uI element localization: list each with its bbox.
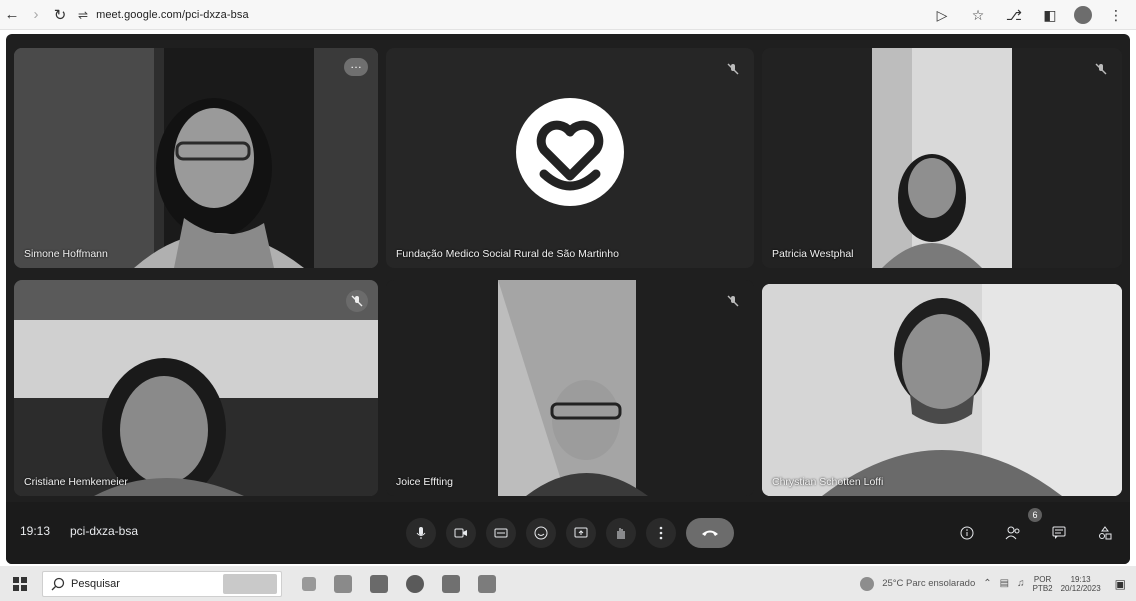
taskbar-clock[interactable]: 19:13 20/12/2023: [1061, 575, 1101, 593]
search-placeholder: Pesquisar: [71, 577, 120, 590]
captions-icon: [494, 528, 508, 538]
reload-icon[interactable]: ↻: [48, 3, 72, 27]
taskbar-apps: [302, 574, 496, 593]
participant-video: [386, 280, 754, 496]
forward-arrow-icon[interactable]: ›: [24, 3, 48, 27]
menu-kebab-icon[interactable]: ⋮: [1104, 3, 1128, 27]
mic-off-icon: [722, 58, 744, 80]
taskbar-search-box[interactable]: Pesquisar: [42, 570, 282, 597]
microphone-button[interactable]: [406, 518, 436, 548]
participant-tile-cristiane[interactable]: Cristiane Hemkemeier: [14, 280, 378, 496]
activities-button[interactable]: [1090, 518, 1120, 548]
meeting-details-button[interactable]: [952, 518, 982, 548]
info-icon: [960, 526, 974, 540]
file-explorer-icon[interactable]: [334, 574, 352, 593]
system-tray: 25°C Parc ensolarado ⌃ ▤ ♫ POR PTB2 19:1…: [860, 566, 1126, 601]
windows-taskbar: Pesquisar 25°C Parc ensolarado ⌃ ▤ ♫ POR…: [0, 566, 1136, 601]
participant-name: Joice Effting: [396, 476, 454, 488]
search-highlight-image: [223, 573, 277, 594]
word-icon[interactable]: [478, 574, 496, 593]
emoji-reactions-button[interactable]: [526, 518, 556, 548]
participant-tile-joice[interactable]: Joice Effting: [386, 280, 754, 496]
profile-avatar[interactable]: [1074, 6, 1092, 24]
browser-toolbar: ← › ↻ ⇌ meet.google.com/pci-dxza-bsa ▷ ☆…: [0, 0, 1136, 30]
people-button[interactable]: [998, 518, 1028, 548]
mic-off-icon: [346, 290, 368, 312]
participant-name: Simone Hoffmann: [24, 248, 108, 260]
mic-off-icon: [722, 290, 744, 312]
side-panel-icon[interactable]: ◧: [1038, 3, 1062, 27]
present-icon: [574, 527, 588, 538]
participant-video: [762, 284, 1122, 496]
windows-start-icon[interactable]: [8, 572, 32, 596]
hang-up-icon: [702, 530, 718, 536]
participant-name: Cristiane Hemkemeier: [24, 476, 128, 488]
participant-tile-fundacao[interactable]: Fundação Medico Social Rural de São Mart…: [386, 48, 754, 268]
meeting-code: pci-dxza-bsa: [70, 524, 139, 538]
participant-video: [762, 48, 1122, 268]
back-arrow-icon[interactable]: ←: [0, 3, 24, 27]
meeting-controls-bar: 19:13 pci-dxza-bsa 6: [6, 502, 1130, 564]
people-icon: [1005, 526, 1020, 540]
network-icon[interactable]: ▤: [1000, 578, 1009, 589]
volume-icon[interactable]: ♫: [1017, 578, 1025, 589]
participant-tile-patricia[interactable]: Patricia Westphal: [762, 48, 1122, 268]
raise-hand-button[interactable]: [606, 518, 636, 548]
participant-video: [14, 280, 378, 496]
kebab-icon: [659, 526, 663, 540]
more-options-button[interactable]: [646, 518, 676, 548]
chrome-icon[interactable]: [406, 574, 424, 593]
cast-icon[interactable]: ▷: [930, 3, 954, 27]
participant-name: Chrystian Schotten Loffi: [772, 476, 884, 488]
participant-tile-simone[interactable]: … Simone Hoffmann: [14, 48, 378, 268]
clock-time: 19:13: [1070, 574, 1091, 584]
call-controls: [406, 518, 734, 548]
participant-video: [14, 48, 378, 268]
smiley-icon: [534, 526, 548, 540]
acrobat-icon[interactable]: [370, 574, 388, 593]
camera-icon: [454, 528, 467, 538]
tray-chevron-icon[interactable]: ⌃: [983, 578, 991, 589]
mic-off-icon: [1090, 58, 1112, 80]
clock-date: 20/12/2023: [1060, 583, 1101, 593]
meeting-time: 19:13: [20, 524, 51, 538]
language-indicator[interactable]: POR PTB2: [1033, 575, 1053, 593]
task-view-icon[interactable]: [302, 576, 316, 591]
hand-icon: [617, 528, 625, 539]
weather-text[interactable]: 25°C Parc ensolarado: [882, 578, 975, 589]
shapes-icon: [1099, 526, 1112, 540]
chat-button[interactable]: [1044, 518, 1074, 548]
more-options-button[interactable]: …: [344, 58, 368, 76]
side-controls: [952, 518, 1120, 548]
present-screen-button[interactable]: [566, 518, 596, 548]
address-bar-url[interactable]: meet.google.com/pci-dxza-bsa: [96, 9, 249, 21]
meet-stage: … Simone Hoffmann Fundação Medico Social…: [6, 34, 1130, 564]
organization-logo: [516, 98, 624, 206]
language-code: POR: [1033, 574, 1052, 584]
end-call-button[interactable]: [686, 518, 734, 548]
site-settings-icon[interactable]: ⇌: [78, 8, 88, 22]
captions-button[interactable]: [486, 518, 516, 548]
microphone-icon: [416, 527, 426, 539]
keyboard-layout: PTB2: [1032, 583, 1053, 593]
extensions-puzzle-icon[interactable]: ⎇: [1002, 3, 1026, 27]
participant-name: Fundação Medico Social Rural de São Mart…: [396, 248, 619, 260]
search-icon: [51, 577, 65, 590]
weather-icon[interactable]: [860, 576, 875, 591]
chat-icon: [1052, 526, 1066, 539]
participant-name: Patricia Westphal: [772, 248, 854, 260]
excel-icon[interactable]: [442, 574, 460, 593]
camera-button[interactable]: [446, 518, 476, 548]
notifications-icon[interactable]: ▣: [1115, 577, 1126, 591]
participant-tile-chrystian[interactable]: Chrystian Schotten Loffi: [762, 284, 1122, 496]
bookmark-star-icon[interactable]: ☆: [966, 3, 990, 27]
